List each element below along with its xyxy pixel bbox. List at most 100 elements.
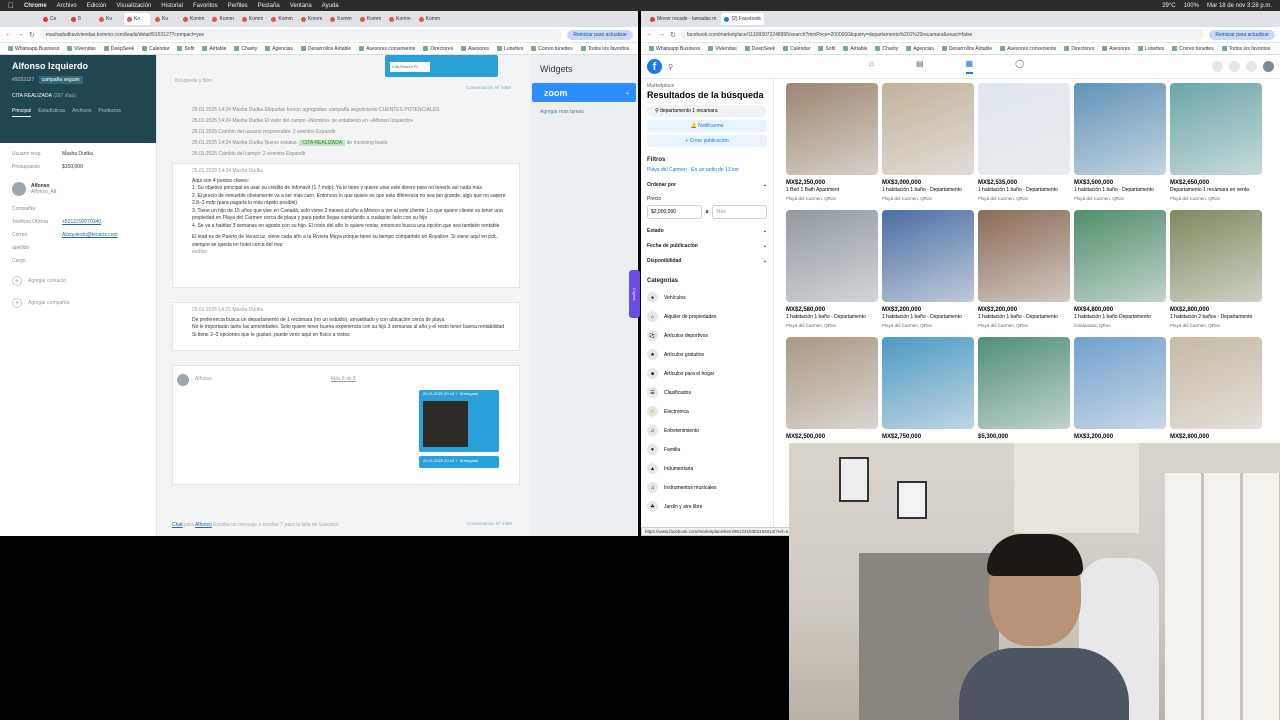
facebook-logo-icon[interactable]: f: [647, 59, 662, 74]
field-value[interactable]: $150,000: [62, 164, 83, 170]
category-item[interactable]: ♥ Familia: [647, 444, 767, 455]
copilot-tab[interactable]: Copilot: [629, 270, 640, 318]
marketplace-icon[interactable]: ▦: [965, 59, 974, 74]
menubar-item[interactable]: Visualización: [116, 3, 151, 9]
bookmark-item[interactable]: Desarrollos Airtable: [941, 46, 992, 52]
category-item[interactable]: ☰ Clasificados: [647, 387, 767, 398]
note-card[interactable]: 25.01.2025 14:25 Masha Dudka De preferen…: [172, 302, 520, 351]
add-tasks-link[interactable]: Agregar más tareas: [530, 102, 638, 122]
bookmark-item[interactable]: Todos los favoritos: [580, 46, 629, 52]
listing-photo[interactable]: [786, 337, 878, 429]
browser-tab[interactable]: Komm: [416, 13, 443, 25]
contact-field-row[interactable]: Correo Alizquierdo@tenaris.com: [12, 232, 144, 238]
chat-placeholder[interactable]: Escribe un mensaje o escribe '/' para la…: [213, 522, 338, 528]
forward-icon[interactable]: →: [17, 31, 24, 38]
chat-input[interactable]: Chat para Alfonso Escribe un mensaje o e…: [172, 522, 338, 528]
browser-tab[interactable]: 8: [68, 13, 94, 25]
menubar-item[interactable]: Historial: [161, 3, 183, 9]
avatar[interactable]: [1263, 61, 1274, 72]
chevron-down-icon[interactable]: ⌄: [625, 89, 630, 96]
listing-photo[interactable]: [1074, 210, 1166, 302]
contact-field-row[interactable]: Compañía: [12, 206, 144, 212]
bookmark-item[interactable]: Charity: [234, 46, 257, 52]
contact-field-row[interactable]: Teléfono Oficina +5212292070340: [12, 219, 144, 225]
category-item[interactable]: ⚡ Electrónica: [647, 406, 767, 417]
video-icon[interactable]: ▤: [916, 59, 924, 74]
category-item[interactable]: ☘ Jardín y aire libre: [647, 501, 767, 512]
conversation-label[interactable]: Conversación Nº 4459: [466, 85, 511, 90]
listing-photo[interactable]: [786, 83, 878, 175]
menubar-item[interactable]: Ventana: [290, 3, 312, 9]
bookmark-item[interactable]: Charity: [875, 46, 898, 52]
menu-grid-icon[interactable]: [1212, 61, 1223, 72]
menubar-item[interactable]: Ayuda: [322, 3, 339, 9]
bookmark-item[interactable]: Directores: [423, 46, 453, 52]
category-item[interactable]: ■ Artículos para el hogar: [647, 368, 767, 379]
contact-card[interactable]: Alfonso Alfonso_Alt: [12, 182, 144, 196]
bookmark-item[interactable]: Calendar: [142, 46, 169, 52]
contact-field-row[interactable]: apellido: [12, 245, 144, 251]
date-dropdown[interactable]: Fecha de publicación ⌄: [647, 243, 767, 249]
field-row[interactable]: Usuario resp. Masha Dudka: [12, 151, 144, 157]
bookmark-item[interactable]: Airtable: [202, 46, 226, 52]
availability-dropdown[interactable]: Disponibilidad ⌄: [647, 258, 767, 264]
gaming-icon[interactable]: ◯: [1015, 59, 1024, 74]
browser-tab[interactable]: Ce: [40, 13, 66, 25]
tab-principal[interactable]: Principal: [12, 108, 32, 117]
relaunch-button[interactable]: Reiniciar para actualizar: [1209, 29, 1275, 40]
listing-photo[interactable]: [978, 83, 1070, 175]
category-item[interactable]: ★ Artículos gratuitos: [647, 349, 767, 360]
apple-icon[interactable]: : [8, 1, 14, 10]
listing-photo[interactable]: [786, 210, 878, 302]
log-line[interactable]: 25.01.2025 Cambio del campo: 2 eventos E…: [192, 151, 306, 157]
category-item[interactable]: ▲ Indumentaria: [647, 463, 767, 474]
chat-sender[interactable]: Alfonso: [195, 376, 212, 384]
battery-level[interactable]: 100%: [1184, 3, 1199, 9]
feed-search-input[interactable]: Búsqueda y filtro: [175, 78, 212, 84]
bookmark-item[interactable]: Asesores conveniente: [359, 46, 415, 52]
listing-card[interactable]: MX$4,800,000 1 habitación 1 baño Departam…: [1074, 210, 1166, 337]
listing-photo[interactable]: [978, 337, 1070, 429]
bookmark-item[interactable]: Lunettes: [497, 46, 523, 52]
image-message[interactable]: 26.01.2025 20:14 ✓ Entregado: [419, 390, 499, 452]
forward-icon[interactable]: →: [658, 31, 665, 38]
lead-status[interactable]: CITA REALIZADA (297 días): [12, 93, 144, 99]
bookmark-item[interactable]: Whatsapp Business: [8, 46, 59, 52]
right-url-bar[interactable]: facebook.com/marketplace/111093072248995…: [680, 29, 1205, 40]
left-url-bar[interactable]: mashadudkaviviendas.kommo.com/leads/deta…: [39, 29, 563, 40]
search-input[interactable]: ⚲ departamento 1 recamara: [647, 105, 767, 117]
bookmark-item[interactable]: Calendar: [783, 46, 810, 52]
browser-tab[interactable]: Komm: [298, 13, 325, 25]
category-item[interactable]: ♫ Instrumentos musicales: [647, 482, 767, 493]
bookmark-item[interactable]: Asesores: [461, 46, 489, 52]
relaunch-button[interactable]: Reiniciar para actualizar: [567, 29, 633, 40]
bookmark-item[interactable]: Todos los favoritos: [1221, 46, 1270, 52]
bookmark-item[interactable]: Whatsapp Business: [649, 46, 700, 52]
menubar-item[interactable]: Edición: [87, 3, 107, 9]
menubar-app-name[interactable]: Chrome: [24, 3, 47, 9]
menubar-clock[interactable]: Mar 18 de nov 3:28 p.m.: [1207, 3, 1272, 9]
edit-note-link[interactable]: eeditar: [192, 249, 513, 257]
menubar-item[interactable]: Perfiles: [228, 3, 248, 9]
reload-icon[interactable]: ↻: [670, 31, 676, 39]
email-link[interactable]: Alizquierdo@tenaris.com: [62, 232, 118, 238]
listing-photo[interactable]: [882, 83, 974, 175]
browser-tab[interactable]: Komm: [386, 13, 413, 25]
search-icon[interactable]: ⚲: [668, 63, 673, 71]
bookmark-item[interactable]: Correo tunettes: [531, 46, 573, 52]
zoom-widget[interactable]: zoom ⌄: [532, 83, 636, 102]
listing-card[interactable]: MX$3,500,000 1 habitación 1 baño - Depart…: [1074, 83, 1166, 210]
contact-field-row[interactable]: Cargo: [12, 258, 144, 264]
browser-tab[interactable]: Komm: [239, 13, 266, 25]
tab-estadisticas[interactable]: Estadísticas: [38, 108, 65, 117]
listing-photo[interactable]: [1074, 83, 1166, 175]
bookmark-item[interactable]: Viviendas: [67, 46, 96, 52]
note-card[interactable]: 25.01.2025 14:24 Masha Dudka Aqui son 4 …: [172, 163, 520, 288]
weather-temp[interactable]: 29°C: [1162, 3, 1175, 9]
listing-card[interactable]: MX$3,000,000 1 habitación 1 baño - Depart…: [882, 83, 974, 210]
messenger-icon[interactable]: [1229, 61, 1240, 72]
field-value[interactable]: Masha Dudka: [62, 151, 93, 157]
price-min-input[interactable]: $2,000,000: [647, 205, 702, 219]
listing-card[interactable]: MX$3,200,000 1 habitación 1 baño - Depart…: [978, 210, 1070, 337]
chat-more-link[interactable]: Más 8 de 8: [331, 376, 356, 384]
